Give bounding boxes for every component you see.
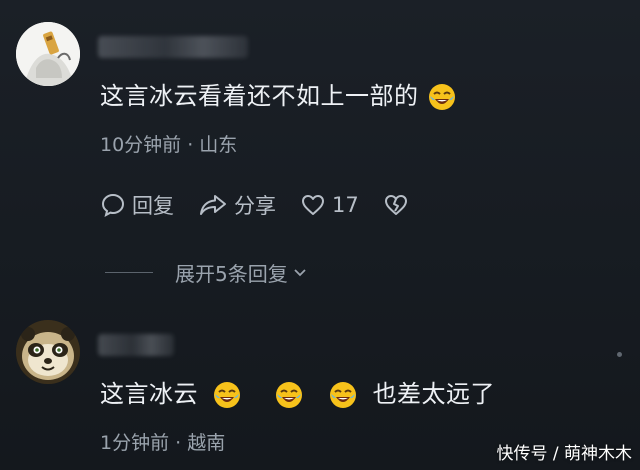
reply-label: 回复 — [132, 194, 174, 218]
panda-avatar-illustration — [16, 320, 80, 384]
comment-meta: 10分钟前 · 山东 — [100, 134, 238, 156]
share-button[interactable]: 分享 — [198, 190, 276, 220]
heart-icon — [302, 195, 324, 215]
watermark: 快传号 / 萌神木木 — [496, 444, 632, 464]
comment-meta: 1分钟前 · 越南 — [100, 432, 226, 454]
reply-button[interactable]: 回复 — [100, 190, 174, 220]
dislike-button[interactable] — [383, 192, 415, 218]
expand-replies[interactable]: 展开5条回复 — [105, 258, 308, 286]
share-label: 分享 — [234, 194, 276, 218]
rolling-laughing-emoji-icon — [214, 382, 241, 408]
username-blurred[interactable] — [98, 334, 174, 356]
rolling-laughing-emoji-icon — [276, 382, 303, 408]
like-count: 17 — [332, 193, 359, 217]
comment-text: 这言冰云 也差太远了 — [100, 379, 495, 410]
avatar[interactable] — [16, 320, 80, 384]
avatar-illustration — [16, 22, 80, 86]
comment-text-content: 这言冰云看着还不如上一部的 — [100, 82, 419, 110]
like-button[interactable]: 17 — [300, 192, 359, 218]
rolling-laughing-emoji-icon — [330, 382, 357, 408]
share-arrow-icon — [200, 195, 226, 215]
rolling-laughing-emoji-icon — [428, 84, 455, 110]
chevron-down-icon — [294, 269, 306, 277]
action-bar: 回复 分享 17 — [100, 190, 439, 220]
comment-text-part-1: 这言冰云 — [100, 380, 198, 408]
chat-bubble-icon — [101, 193, 125, 217]
comment-text-part-2: 也差太远了 — [372, 380, 496, 408]
comment-text: 这言冰云看着还不如上一部的 — [100, 81, 457, 112]
broken-heart-icon — [384, 195, 407, 215]
divider-line — [105, 271, 153, 273]
username-blurred[interactable] — [98, 36, 248, 58]
avatar[interactable] — [16, 22, 80, 86]
expand-replies-label: 展开5条回复 — [175, 261, 288, 286]
comment-1: 这言冰云看着还不如上一部的 10分钟前 · 山东 回复 分享 17 展开5条回复 — [0, 0, 640, 300]
